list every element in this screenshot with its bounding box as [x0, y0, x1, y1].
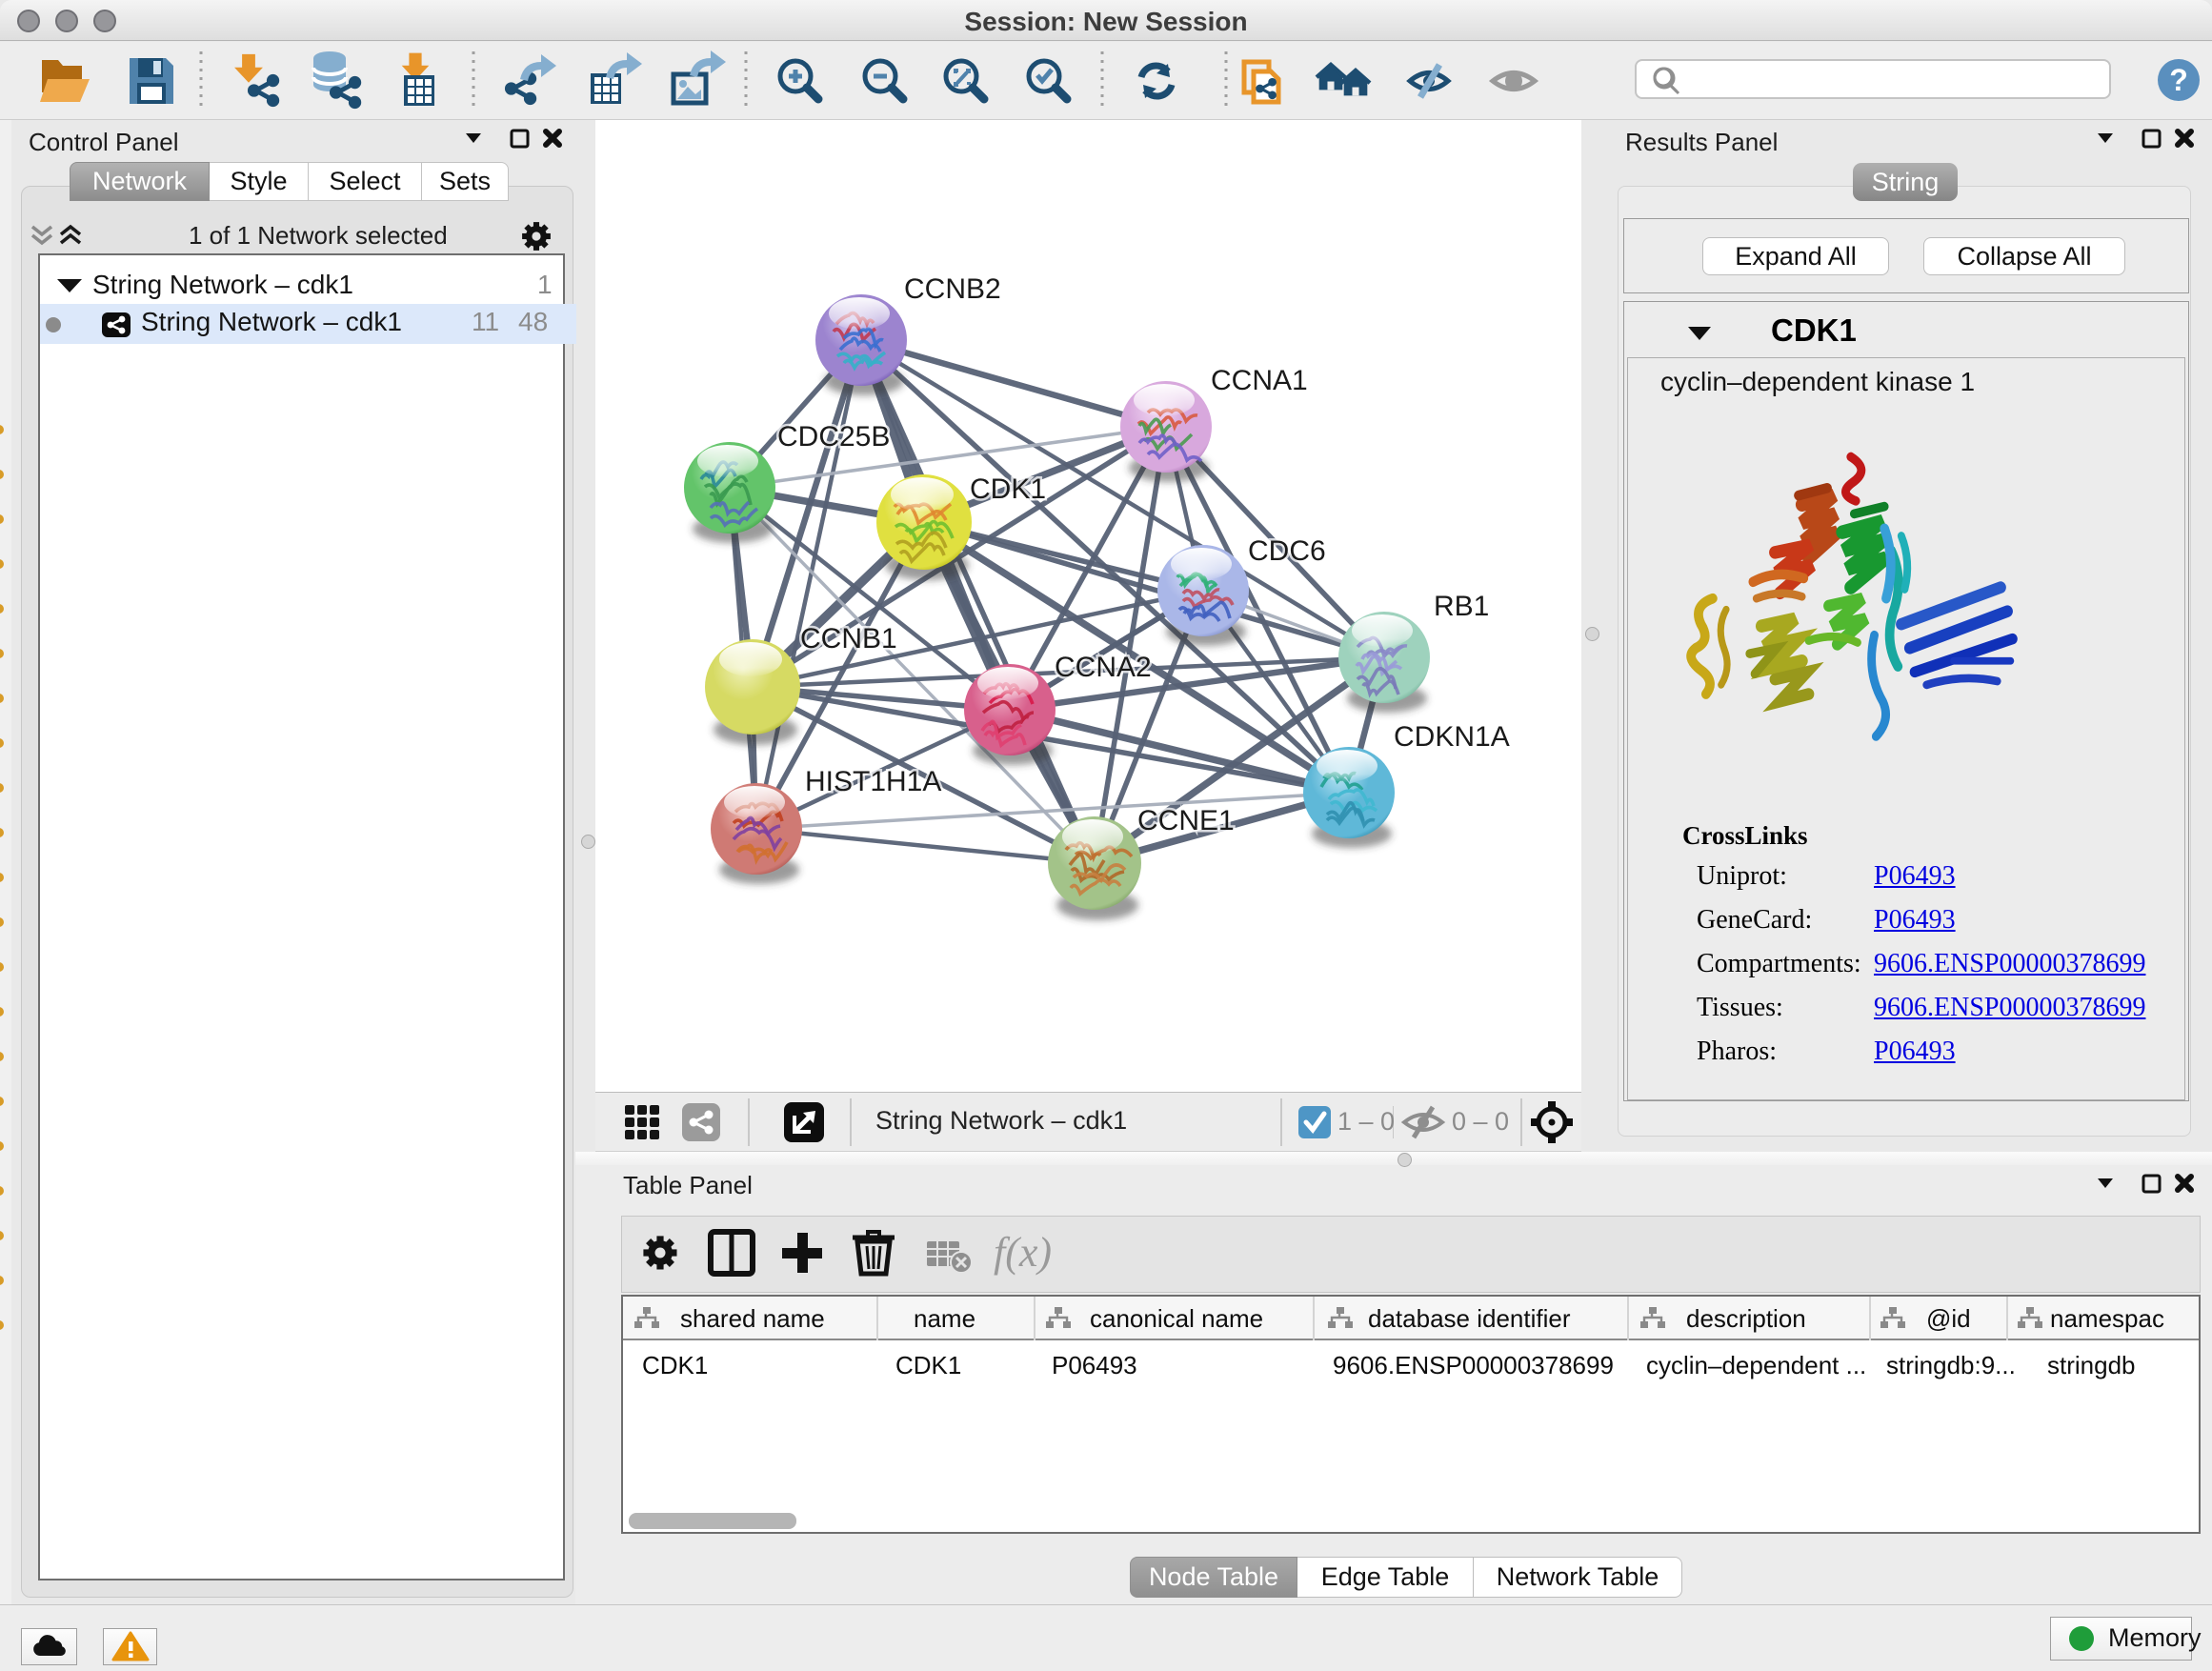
- svg-text:f(x): f(x): [994, 1229, 1052, 1276]
- svg-text:CCNE1: CCNE1: [1137, 805, 1235, 836]
- svg-text:CDKN1A: CDKN1A: [1394, 721, 1510, 753]
- svg-text:CCNB1: CCNB1: [800, 623, 897, 654]
- svg-text:CCNA2: CCNA2: [1055, 652, 1152, 683]
- svg-text:CDC6: CDC6: [1248, 535, 1326, 567]
- svg-text:RB1: RB1: [1434, 591, 1489, 622]
- svg-text:CDC25B: CDC25B: [777, 421, 890, 453]
- svg-text:CCNA1: CCNA1: [1211, 365, 1308, 396]
- svg-text:CDK1: CDK1: [970, 473, 1046, 505]
- svg-text:CCNB2: CCNB2: [904, 273, 1001, 305]
- svg-text:HIST1H1A: HIST1H1A: [805, 766, 941, 797]
- svg-text:?: ?: [2169, 63, 2188, 97]
